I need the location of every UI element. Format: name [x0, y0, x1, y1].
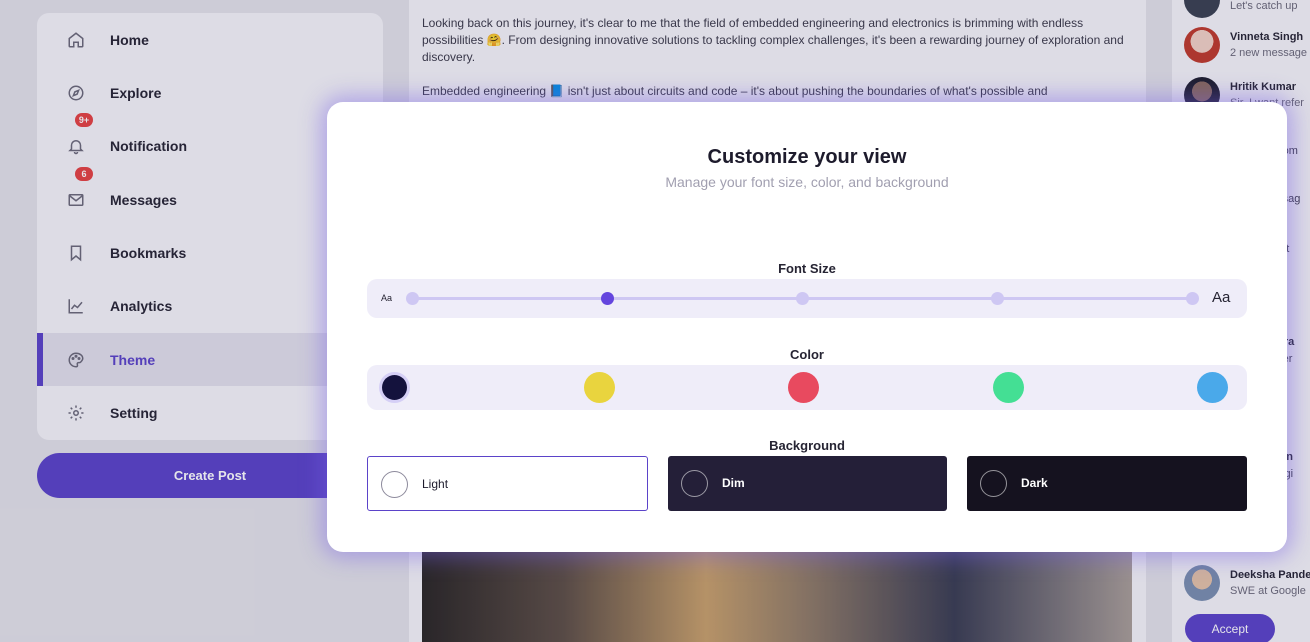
- modal-subtitle: Manage your font size, color, and backgr…: [665, 174, 949, 190]
- background-option-label: Dim: [722, 476, 745, 490]
- color-swatch[interactable]: [788, 372, 819, 403]
- background-option-dim[interactable]: Dim: [668, 456, 947, 511]
- font-size-label: Font Size: [778, 261, 836, 276]
- color-swatch[interactable]: [583, 372, 615, 403]
- background-option-dark[interactable]: Dark: [967, 456, 1247, 511]
- font-size-step[interactable]: [1186, 292, 1199, 305]
- customize-theme-modal: Customize your view Manage your font siz…: [327, 102, 1287, 552]
- font-size-large-label: Aa: [1212, 289, 1231, 306]
- font-size-step[interactable]: [796, 292, 809, 305]
- font-size-step[interactable]: [406, 292, 419, 305]
- font-size-small-label: Aa: [381, 293, 393, 303]
- background-label: Background: [769, 438, 845, 453]
- font-size-selector: Aa Aa: [367, 279, 1247, 318]
- color-label: Color: [790, 347, 824, 362]
- background-option-label: Light: [422, 477, 449, 491]
- font-size-step[interactable]: [601, 292, 614, 305]
- radio-icon: [381, 471, 408, 498]
- radio-icon: [681, 470, 708, 497]
- color-swatch[interactable]: [1197, 372, 1228, 403]
- radio-icon: [980, 470, 1007, 497]
- background-option-label: Dark: [1021, 476, 1048, 490]
- color-swatch[interactable]: [382, 375, 407, 400]
- color-selector: [367, 365, 1247, 410]
- color-swatch[interactable]: [992, 372, 1024, 403]
- font-size-step[interactable]: [991, 292, 1004, 305]
- modal-title: Customize your view: [707, 146, 907, 168]
- background-option-light[interactable]: Light: [367, 456, 648, 511]
